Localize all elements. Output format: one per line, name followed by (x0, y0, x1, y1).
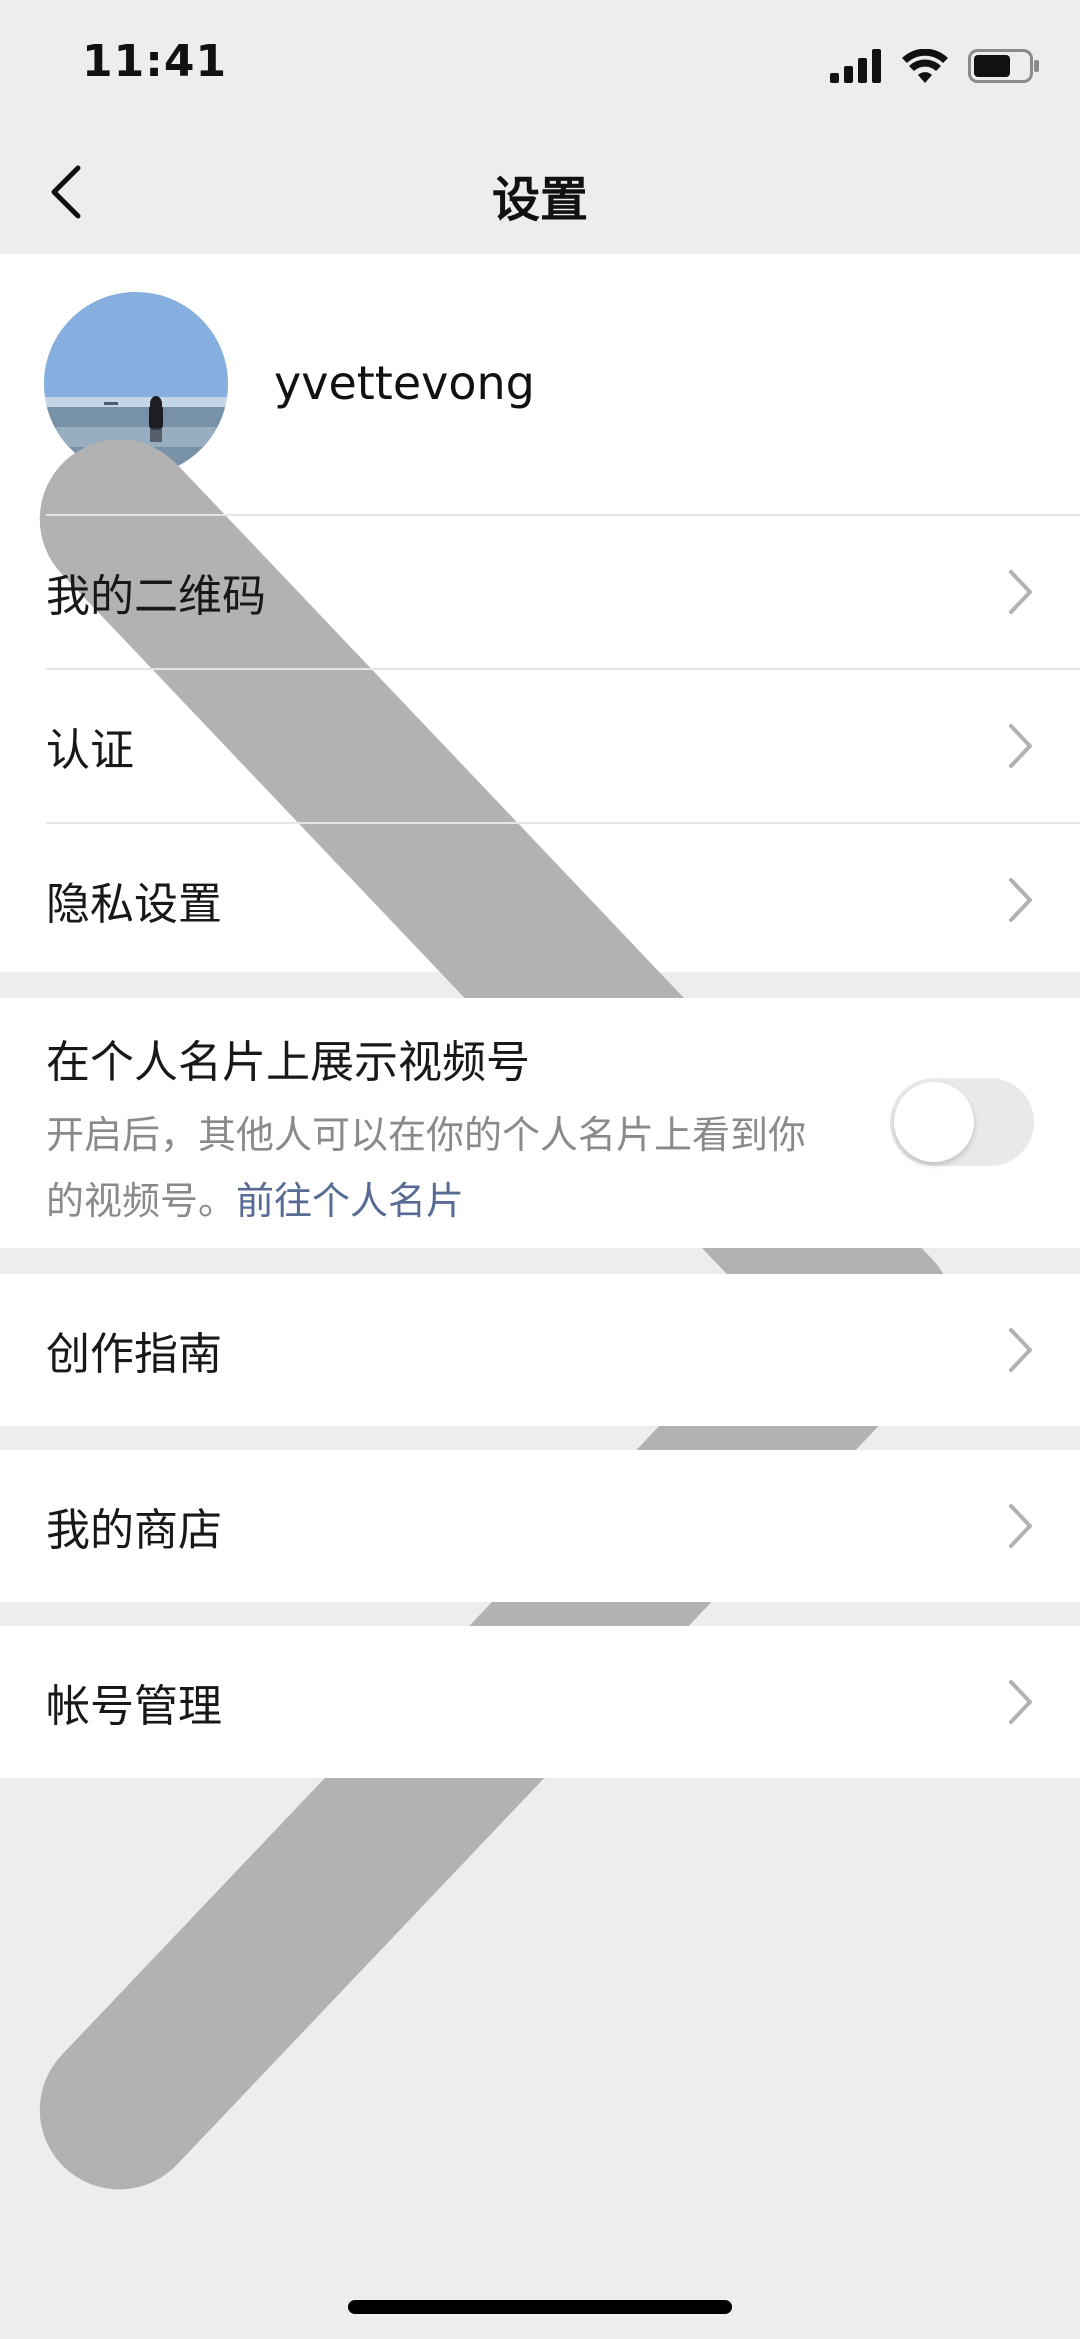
chevron-right-icon (1009, 724, 1032, 768)
wifi-icon (902, 49, 948, 83)
profile-row[interactable]: yvettevong (0, 254, 1080, 2190)
creation-guide-label: 创作指南 (46, 1329, 222, 1380)
creation-guide-row[interactable]: 创作指南 (0, 1274, 1080, 1426)
battery-icon (968, 49, 1039, 83)
page-title: 设置 (491, 172, 588, 228)
my-store-group: 我的商店 (0, 1450, 1080, 1602)
qr-code-row[interactable]: 我的二维码 (0, 516, 1080, 668)
verification-row[interactable]: 认证 (0, 670, 1080, 822)
cellular-signal-icon (830, 49, 881, 83)
toggle-knob (894, 1082, 974, 1162)
chevron-right-icon (1009, 1504, 1032, 1548)
status-time: 11:41 (82, 36, 228, 87)
chevron-right-icon (1009, 1328, 1032, 1372)
account-management-row[interactable]: 帐号管理 (0, 1626, 1080, 1778)
qr-code-label: 我的二维码 (46, 571, 266, 622)
verification-label: 认证 (46, 725, 134, 776)
chevron-right-icon (1009, 1680, 1032, 1724)
privacy-settings-row[interactable]: 隐私设置 (0, 824, 1080, 976)
channel-toggle-section: 在个人名片上展示视频号 开启后，其他人可以在你的个人名片上看到你的视频号。前往个… (0, 998, 1080, 1248)
status-icons (830, 46, 1040, 86)
channel-toggle-switch[interactable] (890, 1078, 1034, 1166)
channel-toggle-title: 在个人名片上展示视频号 (46, 1037, 530, 1088)
go-to-profile-card-link[interactable]: 前往个人名片 (236, 1179, 464, 1223)
account-management-group: 帐号管理 (0, 1626, 1080, 1778)
my-store-label: 我的商店 (46, 1505, 222, 1556)
channel-toggle-group: 在个人名片上展示视频号 开启后，其他人可以在你的个人名片上看到你的视频号。前往个… (0, 998, 1080, 1248)
privacy-settings-label: 隐私设置 (46, 879, 222, 930)
profile-menu-group: yvettevong 我的二维码 认证 隐私设置 (0, 254, 1080, 2190)
home-indicator[interactable] (348, 2300, 732, 2314)
nav-bar: 设置 (0, 130, 1080, 254)
account-management-label: 帐号管理 (46, 1681, 222, 1732)
my-store-row[interactable]: 我的商店 (0, 1450, 1080, 1602)
channel-toggle-description: 开启后，其他人可以在你的个人名片上看到你的视频号。前往个人名片 (46, 1102, 826, 1234)
chevron-right-icon (1009, 570, 1032, 614)
chevron-right-icon (1009, 878, 1032, 922)
status-bar: 11:41 (0, 0, 1080, 130)
creation-guide-group: 创作指南 (0, 1274, 1080, 1426)
